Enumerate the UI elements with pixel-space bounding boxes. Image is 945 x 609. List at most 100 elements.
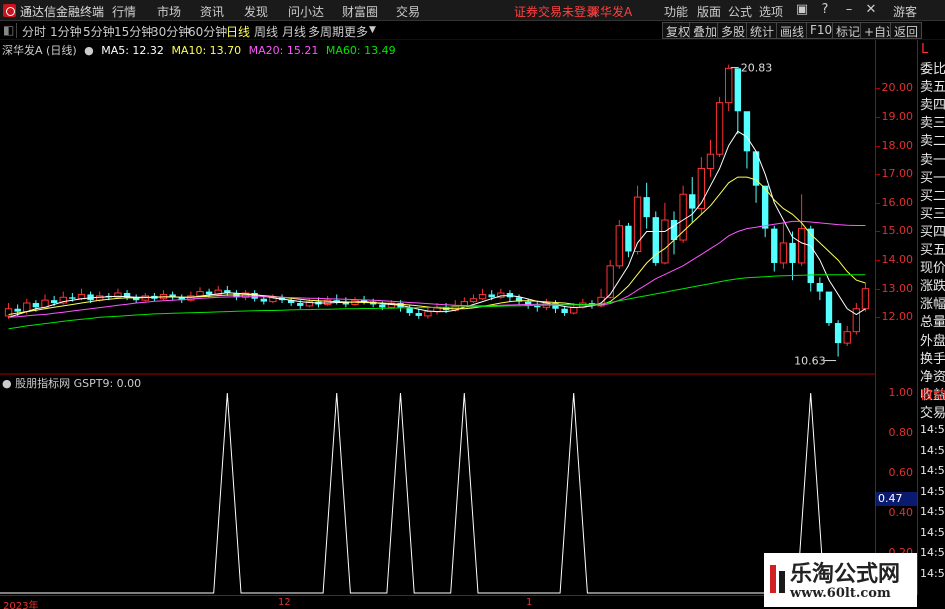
candle-body xyxy=(205,291,213,295)
candle-body xyxy=(725,67,733,104)
gspt9-line xyxy=(0,392,875,594)
menu-banmian[interactable]: 版面 xyxy=(697,3,721,20)
candle-body xyxy=(779,242,788,264)
tab-weekly[interactable]: 周线 xyxy=(254,23,278,40)
candle-body xyxy=(488,294,495,298)
quote-field-label: 卖五 xyxy=(920,80,945,96)
multi-stock-button[interactable]: 多股 xyxy=(717,22,750,39)
quote-field-label: 换手 xyxy=(920,351,945,367)
candle-body xyxy=(561,308,568,314)
candle-body xyxy=(415,313,422,316)
candle-body xyxy=(743,111,751,152)
price-tick-label: 15.00 xyxy=(881,224,914,238)
help-icon[interactable]: ? xyxy=(816,2,834,18)
candle-body xyxy=(689,194,696,209)
quote-field-label: 买三 xyxy=(920,206,945,222)
minimize-icon[interactable]: – xyxy=(840,2,858,18)
low-price-label: 10.63 xyxy=(794,355,826,368)
tab-1min[interactable]: 1分钟 xyxy=(50,23,82,40)
candle-body xyxy=(196,291,204,297)
close-icon[interactable]: ✕ xyxy=(862,2,880,18)
auto-trade-label[interactable]: 自动 xyxy=(920,384,945,403)
indicator-settings-icon[interactable]: ● xyxy=(2,377,12,390)
quote-field-label: 委比 xyxy=(920,62,945,77)
menu-gongneng[interactable]: 功能 xyxy=(664,3,688,20)
candle-body xyxy=(625,225,632,252)
app-logo-icon xyxy=(3,4,16,17)
skin-icon[interactable]: ▣ xyxy=(793,2,811,18)
watermark-title: 乐淘公式网 xyxy=(790,561,901,587)
price-tick-label: 19.00 xyxy=(881,109,914,123)
candle-body xyxy=(715,102,724,155)
indicator-current-value: 0.47 xyxy=(876,492,917,506)
candle-body xyxy=(615,225,624,267)
indicator-tick-label: 0.40 xyxy=(888,506,914,519)
quote-field-label: 现价 xyxy=(920,261,945,277)
draw-line-button[interactable]: 画线 xyxy=(776,22,809,39)
tick-time-label: 14:56 xyxy=(920,525,945,539)
quote-field-label: 买一 xyxy=(920,170,945,186)
indicator-tick-label: 0.80 xyxy=(888,426,914,439)
menu-bar: 通达信金融终端 行情 市场 资讯 发现 问小达 财富圈 交易 证券交易未登录 深… xyxy=(0,0,945,21)
high-price-label: 20.83 xyxy=(741,62,773,75)
menu-xuanxiang[interactable]: 选项 xyxy=(759,3,783,20)
menu-zixun[interactable]: 资讯 xyxy=(200,3,224,20)
stats-button[interactable]: 统计 xyxy=(746,22,779,39)
more-dropdown-icon[interactable]: ▼ xyxy=(369,25,376,35)
panel-toggle-icon[interactable]: ◧ xyxy=(3,23,14,37)
menu-caifuquan[interactable]: 财富圈 xyxy=(342,3,378,20)
candle-body xyxy=(797,228,806,264)
indicator-chart[interactable] xyxy=(0,373,875,595)
candle-body xyxy=(834,323,842,344)
candle-body xyxy=(424,311,432,317)
menu-wenxiaoda[interactable]: 问小达 xyxy=(288,3,324,20)
quote-field-label: 卖四 xyxy=(920,98,945,114)
tab-monthly[interactable]: 月线 xyxy=(282,23,306,40)
price-axis: 20.00 19.00 18.00 17.00 16.00 15.00 14.00 13.00… xyxy=(875,40,917,373)
candle-body xyxy=(670,220,678,241)
ma60-line xyxy=(8,274,866,330)
tab-5min[interactable]: 5分钟 xyxy=(83,23,115,40)
tick-time-label: 14:56 xyxy=(920,505,945,518)
candle-body xyxy=(69,297,76,299)
quote-field-label: 卖一 xyxy=(920,152,945,168)
quote-field-label: 买四 xyxy=(920,224,945,240)
tick-time-label: 14:55 xyxy=(920,443,945,457)
price-tick-label: 17.00 xyxy=(881,167,914,181)
quote-field-label: 涨幅 xyxy=(920,297,945,313)
tab-fenshi[interactable]: 分时 xyxy=(22,23,46,40)
ma60-label: MA60: 13.49 xyxy=(325,44,396,57)
guest-label[interactable]: 游客 xyxy=(893,3,917,20)
trade-label[interactable]: 交易 xyxy=(920,402,945,421)
tab-30min[interactable]: 30分钟 xyxy=(151,23,190,40)
menu-hangqing[interactable]: 行情 xyxy=(112,3,136,20)
candle-body xyxy=(661,219,669,264)
quote-field-label: 买五 xyxy=(920,243,945,258)
ma5-line xyxy=(8,130,866,318)
ma5-label: MA5: 12.32 xyxy=(101,44,164,57)
tick-time-label: 14:56 xyxy=(920,484,945,498)
kline-chart[interactable]: 20.83 10.63 xyxy=(0,40,875,373)
date-label-dec: 12 xyxy=(278,597,291,608)
quote-field-label: 涨跌 xyxy=(920,279,945,295)
back-button[interactable]: 返回 xyxy=(890,22,923,39)
quote-field-label: 总量 xyxy=(920,315,945,331)
candle-body xyxy=(534,305,541,308)
settings-icon[interactable]: ● xyxy=(84,44,94,57)
ma10-line xyxy=(8,176,866,315)
tab-more[interactable]: 更多 xyxy=(344,23,368,40)
tab-daily[interactable]: 日线 xyxy=(226,23,250,40)
tab-multi-period[interactable]: 多周期 xyxy=(308,23,344,40)
tick-time-label: 14:56 xyxy=(920,546,945,559)
tab-15min[interactable]: 15分钟 xyxy=(114,23,153,40)
menu-shichang[interactable]: 市场 xyxy=(157,3,181,20)
menu-jiaoyi[interactable]: 交易 xyxy=(396,3,420,20)
candle-body xyxy=(789,242,796,263)
quote-field-label: 净资 xyxy=(920,369,945,385)
menu-faxian[interactable]: 发现 xyxy=(244,3,268,20)
menu-gongshi[interactable]: 公式 xyxy=(728,3,752,20)
login-status[interactable]: 证券交易未登录 xyxy=(514,3,598,20)
candle-body xyxy=(32,303,40,308)
app-title: 通达信金融终端 xyxy=(20,5,105,19)
tab-60min[interactable]: 60分钟 xyxy=(188,23,227,40)
